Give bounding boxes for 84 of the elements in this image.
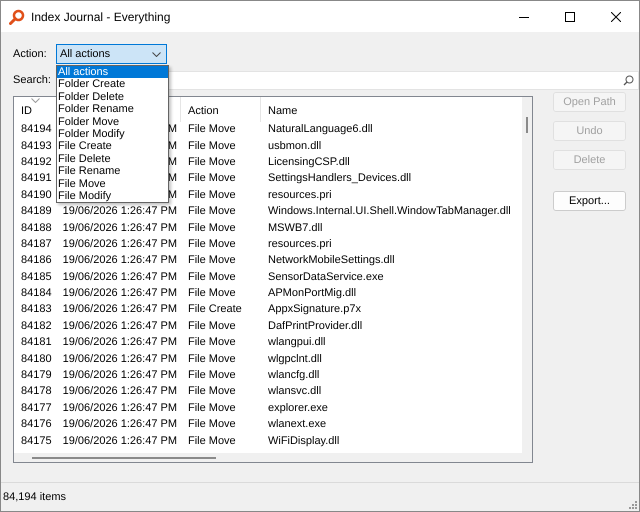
table-cell-text: File Move — [187, 188, 237, 201]
table-cell-text: File Move — [187, 402, 237, 414]
table-cell-text: File Move — [187, 238, 237, 250]
table-cell-text: APMonPortMig.dll — [267, 287, 358, 300]
table-cell: 19/06/2026 1:26:47 PM — [62, 320, 177, 332]
table-cell-text: NaturalLanguage6.dll — [267, 123, 374, 136]
table-cell-text: wlansvc.dll — [267, 385, 322, 398]
window-title: Index Journal - Everything — [31, 10, 170, 24]
table-cell-text: 84181 — [20, 336, 53, 348]
table-cell-text: 84188 — [20, 222, 53, 234]
table-cell: 19/06/2026 1:26:47 PM — [62, 270, 177, 283]
table-cell-text: usbmon.dll — [267, 140, 322, 152]
table-cell: 19/06/2026 1:26:47 PM — [62, 352, 177, 365]
table-cell: 19/06/2026 1:26:47 PM — [62, 418, 177, 430]
table-cell: 19/06/2026 1:26:47 PM — [62, 434, 177, 447]
table-cell-text: WiFiDisplay.dll — [267, 434, 340, 447]
table-cell-text: File Move — [187, 336, 237, 348]
table-cell-text: 84194 — [20, 123, 53, 136]
table-cell-text: 84190 — [20, 188, 53, 201]
table-cell-text: 84191 — [20, 172, 53, 184]
table-cell: M — [168, 140, 177, 152]
table-cell-text: DafPrintProvider.dll — [267, 320, 364, 332]
table-cell: M — [168, 188, 177, 201]
table-cell-text: File Move — [187, 123, 237, 136]
table-cell-text: File Move — [187, 434, 237, 447]
table-cell-text: File Move — [187, 254, 237, 266]
table-cell-text: SensorDataService.exe — [267, 270, 385, 283]
table-cell: 19/06/2026 1:26:47 PM — [62, 385, 177, 398]
status-text: 84,194 items — [3, 491, 66, 503]
table-cell-text: wlanext.exe — [267, 418, 328, 430]
table-cell-text: 84187 — [20, 238, 53, 250]
table-cell-text: File Move — [187, 156, 237, 168]
table-cell-text: wlangpui.dll — [267, 336, 326, 348]
table-cell-text: File Move — [187, 205, 237, 218]
table-cell: M — [168, 172, 177, 184]
table-cell-text: wlgpclnt.dll — [267, 352, 323, 365]
table-cell-text: 84186 — [20, 254, 53, 266]
table-cell-text: 84180 — [20, 352, 53, 365]
table-cell-text: explorer.exe — [267, 402, 329, 414]
table-cell: 19/06/2026 1:26:47 PM — [62, 222, 177, 234]
table-cell-text: 84179 — [20, 369, 53, 382]
table-cell-text: Windows.Internal.UI.Shell.WindowTabManager.dll — [267, 205, 512, 218]
table-cell-text: resources.pri — [267, 238, 333, 250]
search-label: Search: — [13, 74, 52, 86]
table-cell-text: resources.pri — [267, 188, 333, 201]
table-cell: 19/06/2026 1:26:47 PM — [62, 287, 177, 300]
table-cell-text: LicensingCSP.dll — [267, 156, 351, 168]
table-cell-text: 84193 — [20, 140, 53, 152]
table-cell: M — [168, 123, 177, 136]
table-cell-text: File Move — [187, 287, 237, 300]
table-cell-text: 84183 — [20, 303, 53, 316]
table-cell-text: File Move — [187, 369, 237, 382]
table-cell-text: File Move — [187, 172, 237, 184]
table-cell-text: 84189 — [20, 205, 53, 218]
table-cell-text: AppxSignature.p7x — [267, 303, 362, 316]
table-cell-text: wlancfg.dll — [267, 369, 320, 382]
table-cell: 19/06/2026 1:26:47 PM — [62, 369, 177, 382]
table-cell-text: 84175 — [20, 434, 53, 447]
table-cell: 19/06/2026 1:26:47 PM — [62, 336, 177, 348]
table-cell-text: File Create — [187, 303, 243, 316]
table-cell-text: File Move — [187, 352, 237, 365]
table-cell-text: File Move — [187, 385, 237, 398]
table-cell: M — [168, 156, 177, 168]
table-cell-text: File Move — [187, 140, 237, 152]
table-cell-text: MSWB7.dll — [267, 222, 324, 234]
table-cell-text: 84192 — [20, 156, 53, 168]
table-cell-text: SettingsHandlers_Devices.dll — [267, 172, 412, 184]
table-cell-text: 84178 — [20, 385, 53, 398]
table-cell: 19/06/2026 1:26:47 PM — [62, 205, 177, 218]
table-cell-text: File Move — [187, 270, 237, 283]
table-cell-text: 84182 — [20, 320, 53, 332]
table-cell: 19/06/2026 1:26:47 PM — [62, 238, 177, 250]
table-cell-text: File Move — [187, 222, 237, 234]
table-cell: 19/06/2026 1:26:47 PM — [62, 254, 177, 266]
table-cell-text: 84176 — [20, 418, 53, 430]
table-cell-text: 84177 — [20, 402, 53, 414]
table-cell: 19/06/2026 1:26:47 PM — [62, 303, 177, 316]
table-cell-text: 84185 — [20, 270, 53, 283]
action-label: Action: — [13, 48, 48, 60]
table-cell: 19/06/2026 1:26:47 PM — [62, 402, 177, 414]
table-cell-text: NetworkMobileSettings.dll — [267, 254, 396, 266]
table-cell-text: 84184 — [20, 287, 53, 300]
table-cell-text: File Move — [187, 418, 237, 430]
table-cell-text: File Move — [187, 320, 237, 332]
